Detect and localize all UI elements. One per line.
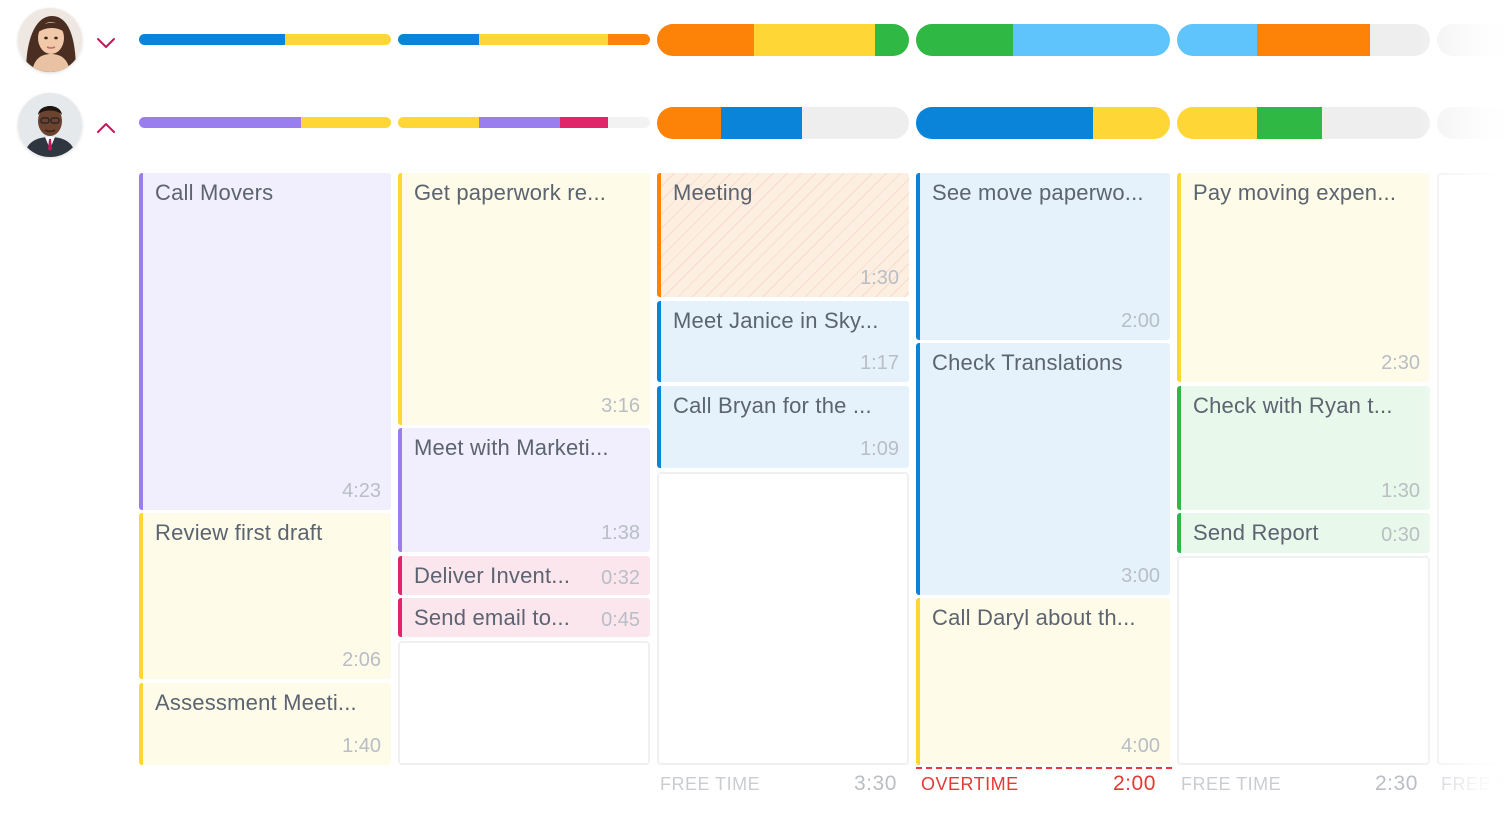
free-time-value: 2:30	[1375, 772, 1418, 795]
chevron-down-icon[interactable]	[95, 32, 117, 54]
task-card-meeting[interactable]: Meeting 1:30	[657, 173, 909, 297]
empty-time-slot[interactable]	[398, 641, 650, 765]
overtime-divider	[916, 767, 1172, 769]
task-title: Call Movers	[155, 180, 274, 205]
task-card[interactable]: Review first draft 2:06	[139, 513, 391, 679]
workload-bar-user2-day3[interactable]	[657, 107, 909, 139]
task-duration: 2:00	[1121, 310, 1160, 332]
empty-time-slot[interactable]	[1437, 173, 1508, 765]
task-card[interactable]: Pay moving expen... 2:30	[1177, 173, 1430, 382]
task-card[interactable]: Call Movers 4:23	[139, 173, 391, 510]
workload-bar-user1-day1[interactable]	[139, 34, 391, 45]
workload-bar-user1-day3[interactable]	[657, 24, 909, 56]
task-title: Meet with Marketi...	[414, 435, 609, 460]
task-title: Check with Ryan t...	[1193, 393, 1393, 418]
task-duration: 3:16	[601, 395, 640, 417]
avatar-user-1[interactable]	[18, 8, 82, 72]
task-title: Deliver Invent...	[414, 563, 571, 588]
task-title: Meet Janice in Sky...	[673, 308, 879, 333]
task-duration: 4:23	[342, 480, 381, 502]
task-duration: 4:00	[1121, 735, 1160, 757]
task-duration: 1:30	[1381, 480, 1420, 502]
task-title: See move paperwo...	[932, 180, 1144, 205]
task-title: Call Daryl about th...	[932, 605, 1136, 630]
workload-bar-user1-day4[interactable]	[916, 24, 1170, 56]
free-time-value: 3:30	[854, 772, 897, 795]
free-time-label: FREE TIME	[1181, 774, 1282, 794]
task-title: Call Bryan for the ...	[673, 393, 872, 418]
task-card[interactable]: Deliver Invent... 0:32	[398, 556, 650, 595]
workload-bar-user2-day5[interactable]	[1177, 107, 1430, 139]
task-card[interactable]: Check with Ryan t... 1:30	[1177, 386, 1430, 510]
free-time-label: FREE T	[1441, 774, 1508, 794]
task-card[interactable]: Send email to... 0:45	[398, 598, 650, 637]
empty-time-slot[interactable]	[657, 472, 909, 765]
task-duration: 3:00	[1121, 565, 1160, 587]
workload-bar-user2-day1[interactable]	[139, 117, 391, 128]
task-duration: 1:38	[601, 522, 640, 544]
task-title: Send Report	[1193, 520, 1319, 545]
empty-time-slot[interactable]	[1177, 556, 1430, 765]
task-title: Review first draft	[155, 520, 323, 545]
task-duration: 1:09	[860, 438, 899, 460]
workload-bar-user2-day2[interactable]	[398, 117, 650, 128]
task-title: Pay moving expen...	[1193, 180, 1397, 205]
free-time-label: FREE TIME	[660, 774, 761, 794]
task-title: Check Translations	[932, 350, 1123, 375]
task-duration: 1:30	[860, 267, 899, 289]
task-card[interactable]: Call Bryan for the ... 1:09	[657, 386, 909, 468]
overtime-value: 2:00	[1113, 772, 1156, 795]
task-duration: 2:06	[342, 649, 381, 671]
chevron-up-icon[interactable]	[95, 117, 117, 139]
task-duration: 1:40	[342, 735, 381, 757]
task-duration: 2:30	[1381, 352, 1420, 374]
task-title: Meeting	[673, 180, 753, 205]
task-duration: 0:32	[601, 567, 640, 589]
overtime-label: OVERTIME	[921, 774, 1019, 794]
task-card[interactable]: Check Translations 3:00	[916, 343, 1170, 595]
workload-bar-user2-day6[interactable]	[1437, 107, 1508, 139]
workload-bar-user1-day5[interactable]	[1177, 24, 1430, 56]
task-card[interactable]: Meet Janice in Sky... 1:17	[657, 301, 909, 382]
task-duration: 1:17	[860, 352, 899, 374]
task-card[interactable]: Get paperwork re... 3:16	[398, 173, 650, 425]
avatar-user-2[interactable]	[18, 93, 82, 157]
task-card[interactable]: Send Report 0:30	[1177, 513, 1430, 553]
task-title: Get paperwork re...	[414, 180, 607, 205]
workload-bar-user1-day6[interactable]	[1437, 24, 1508, 56]
task-card[interactable]: See move paperwo... 2:00	[916, 173, 1170, 340]
task-title: Send email to...	[414, 605, 571, 630]
task-card[interactable]: Call Daryl about th... 4:00	[916, 598, 1170, 765]
workload-bar-user2-day4[interactable]	[916, 107, 1170, 139]
task-card[interactable]: Meet with Marketi... 1:38	[398, 428, 650, 552]
task-duration: 0:30	[1381, 524, 1420, 546]
task-card[interactable]: Assessment Meeti... 1:40	[139, 683, 391, 765]
task-duration: 0:45	[601, 609, 640, 631]
task-title: Assessment Meeti...	[155, 690, 357, 715]
workload-bar-user1-day2[interactable]	[398, 34, 650, 45]
